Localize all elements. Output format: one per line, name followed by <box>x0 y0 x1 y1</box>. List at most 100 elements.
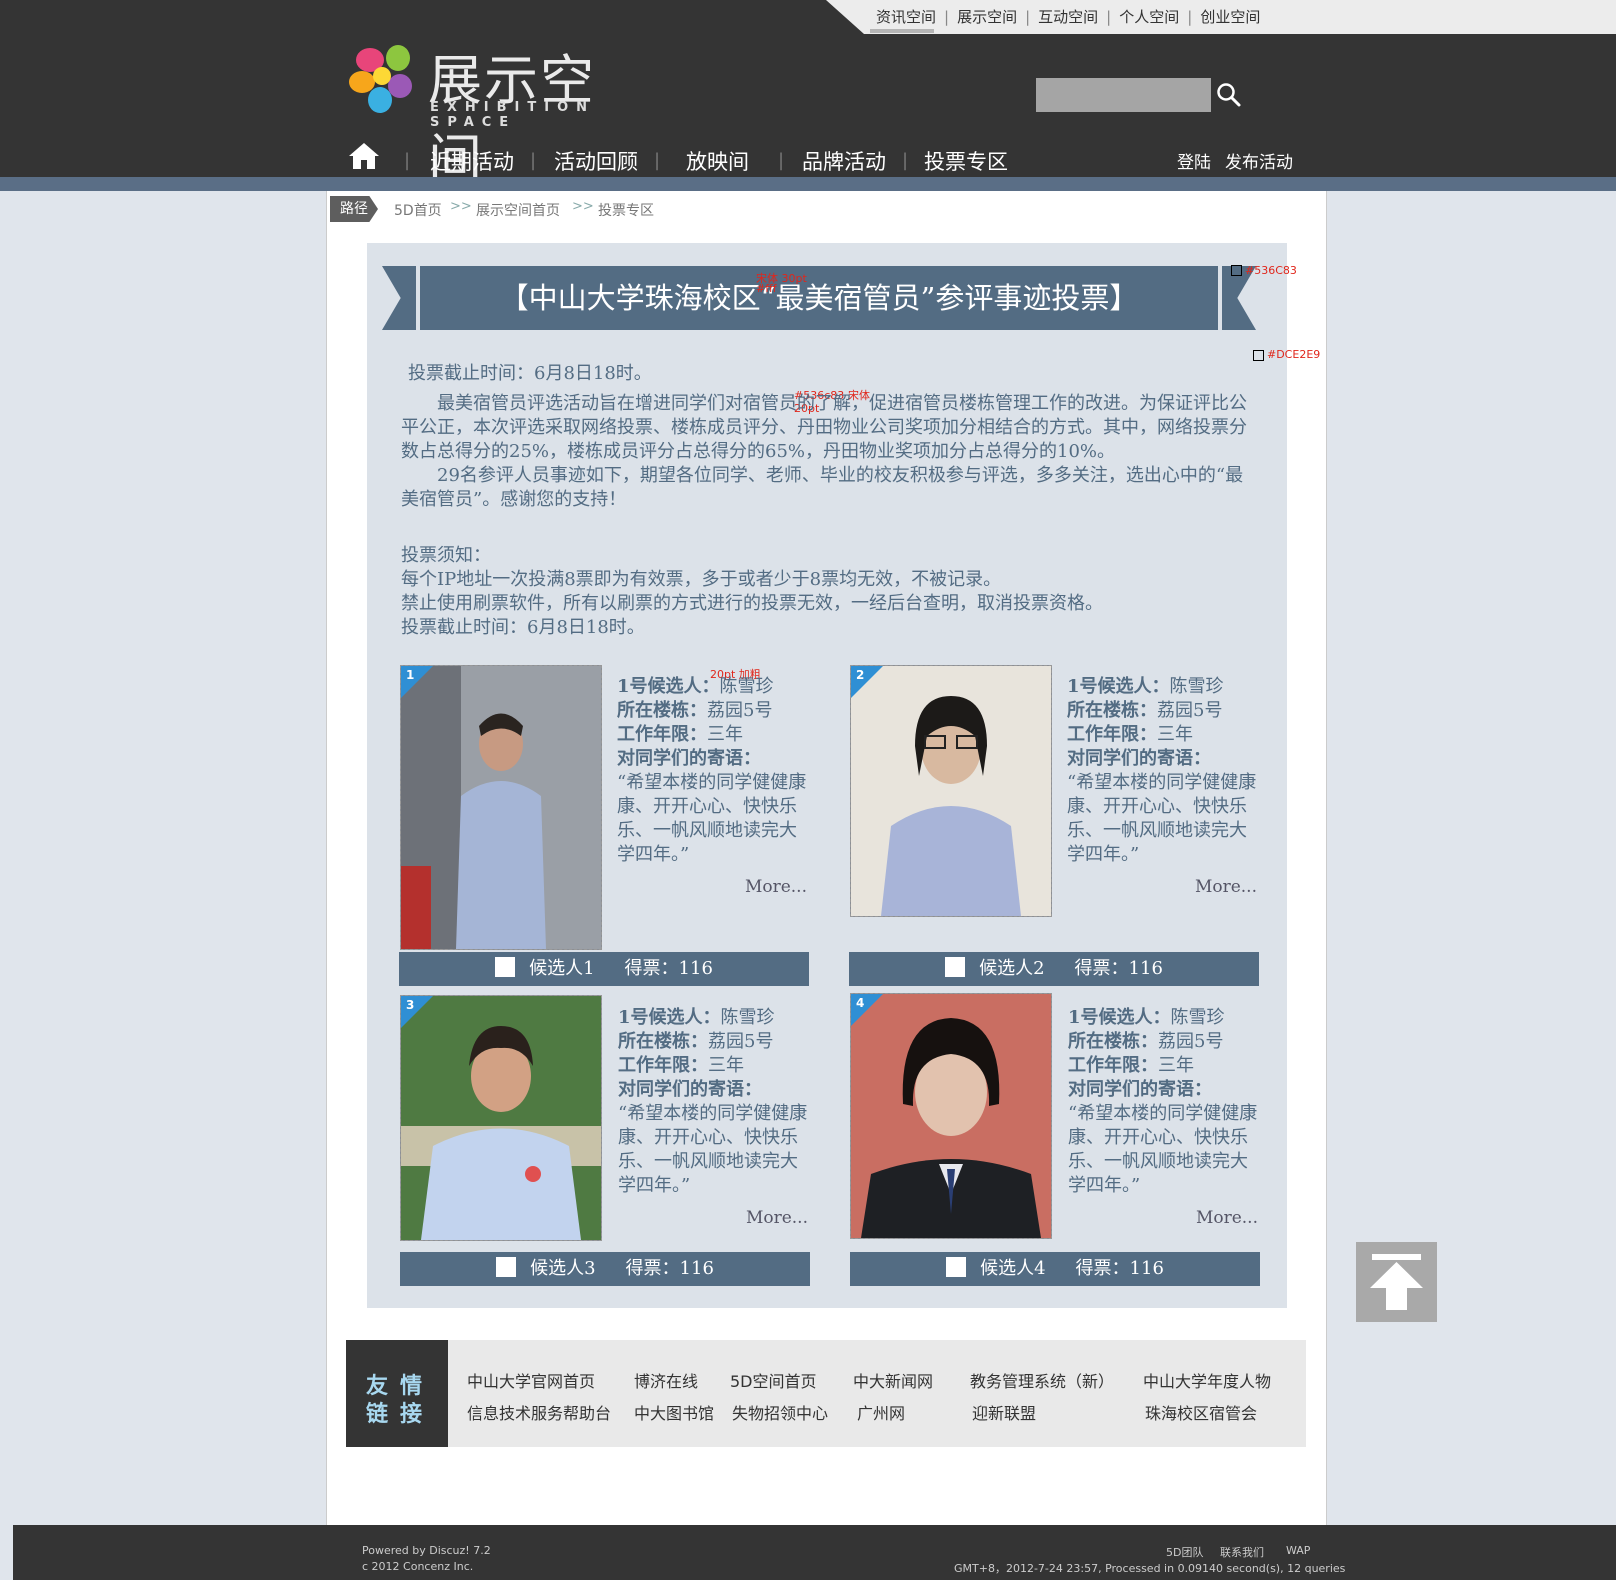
friend-link[interactable]: 广州网 <box>857 1400 905 1424</box>
vote-candidate-name: 候选人1 <box>529 958 595 979</box>
breadcrumb-sep: >> <box>450 199 472 214</box>
annotation-swatch <box>1253 350 1264 361</box>
annotation-color: #fff <box>756 282 777 295</box>
back-to-top-button[interactable] <box>1356 1242 1437 1322</box>
more-link[interactable]: More... <box>618 1206 808 1230</box>
friend-link[interactable]: 失物招领中心 <box>732 1400 828 1424</box>
home-icon[interactable] <box>348 142 380 170</box>
footer-stats: GMT+8，2012-7-24 23:57, Processed in 0.09… <box>954 1562 1346 1575</box>
vote-count: 116 <box>1129 1258 1164 1279</box>
breadcrumb-exhibition-home[interactable]: 展示空间首页 <box>476 200 560 220</box>
vote-candidate-name: 候选人4 <box>980 1258 1046 1279</box>
friend-links-label: 友 情 链 接 <box>346 1340 448 1447</box>
candidate-info: 1号候选人：陈雪珍 所在楼栋：荔园5号 工作年限：三年 对同学们的寄语： “希望… <box>617 675 807 899</box>
field-value: 荔园5号 <box>1157 700 1223 721</box>
friend-link[interactable]: 博济在线 <box>634 1368 698 1392</box>
field-label: 所在楼栋： <box>618 1031 708 1052</box>
vote-count: 116 <box>678 958 713 979</box>
more-link[interactable]: More... <box>1067 875 1257 899</box>
nav-item-brand[interactable]: 品牌活动 <box>802 146 886 176</box>
active-tab-indicator <box>870 29 934 33</box>
arrow-up-icon <box>1370 1254 1423 1310</box>
vote-checkbox[interactable] <box>945 957 966 977</box>
field-label: 所在楼栋： <box>1067 700 1157 721</box>
friend-link[interactable]: 中山大学年度人物 <box>1143 1368 1271 1392</box>
candidate-number: 2 <box>856 668 865 682</box>
field-label: 1号候选人： <box>1067 676 1170 697</box>
field-label: 1号候选人： <box>1068 1007 1171 1028</box>
vote-checkbox[interactable] <box>495 957 516 977</box>
logo[interactable]: 展示空间 EXHIBITION SPACE <box>346 38 646 191</box>
rules-item: 每个IP地址一次投满8票即为有效票，多于或者少于8票均无效，不被记录。 <box>401 569 1002 590</box>
search-icon[interactable] <box>1216 82 1242 108</box>
footer-powered: Powered by Discuz! 7.2 <box>362 1544 491 1557</box>
vote-banner-title: 【中山大学珠海校区“最美宿管员”参评事迹投票】 <box>420 266 1218 330</box>
candidate-message: “希望本楼的同学健健康康、开开心心、快快乐乐、一帆风顺地读完大学四年。” <box>1067 772 1257 865</box>
candidate-number: 1 <box>406 668 415 682</box>
tab-startup[interactable]: 创业空间 <box>1192 8 1268 26</box>
annotation-swatch <box>1231 265 1242 276</box>
annotation-color: #DCE2E9 <box>1267 348 1321 361</box>
field-value: 荔园5号 <box>708 1031 774 1052</box>
vote-bar: 候选人4 得票：116 <box>850 1252 1260 1286</box>
breadcrumb-vote[interactable]: 投票专区 <box>598 200 654 220</box>
candidate-photo-image <box>851 994 1051 1238</box>
more-link[interactable]: More... <box>617 875 807 899</box>
friend-link[interactable]: 教务管理系统（新） <box>970 1368 1114 1392</box>
field-value: 陈雪珍 <box>1170 1007 1225 1028</box>
footer-link-team[interactable]: 5D团队 <box>1166 1544 1203 1560</box>
login-link[interactable]: 登陆 <box>1177 148 1211 173</box>
footer-link-wap[interactable]: WAP <box>1286 1544 1310 1557</box>
vote-checkbox[interactable] <box>946 1257 967 1277</box>
friend-link[interactable]: 信息技术服务帮助台 <box>467 1400 611 1424</box>
candidate-photo[interactable]: 2 <box>850 665 1052 917</box>
candidate-message: “希望本楼的同学健健康康、开开心心、快快乐乐、一帆风顺地读完大学四年。” <box>1068 1103 1258 1196</box>
candidate-photo[interactable]: 1 <box>400 665 602 950</box>
candidate-photo[interactable]: 3 <box>400 995 602 1241</box>
logo-petals-icon <box>349 45 412 113</box>
field-label: 1号候选人： <box>618 1007 721 1028</box>
field-label: 工作年限： <box>618 1055 708 1076</box>
footer-link-contact[interactable]: 联系我们 <box>1220 1544 1264 1560</box>
vote-label: 得票： <box>624 958 679 979</box>
field-label: 工作年限： <box>617 724 707 745</box>
rules-item: 投票截止时间：6月8日18时。 <box>401 617 645 638</box>
tab-news[interactable]: 资讯空间 <box>868 8 944 26</box>
candidate-number: 4 <box>856 996 865 1010</box>
vote-checkbox[interactable] <box>496 1257 517 1277</box>
logo-subtitle: EXHIBITION SPACE <box>430 100 596 130</box>
vote-candidate-name: 候选人3 <box>530 1258 596 1279</box>
field-value: 荔园5号 <box>707 700 773 721</box>
description-paragraph: 29名参评人员事迹如下，期望各位同学、老师、毕业的校友积极参与评选，多多关注，选… <box>401 465 1244 510</box>
vote-rules: 投票须知： 每个IP地址一次投满8票即为有效票，多于或者少于8票均无效，不被记录… <box>401 544 1256 640</box>
nav-item-vote[interactable]: 投票专区 <box>924 146 1008 176</box>
friend-link[interactable]: 珠海校区宿管会 <box>1145 1400 1257 1424</box>
vote-count: 116 <box>679 1258 714 1279</box>
breadcrumb-5d-home[interactable]: 5D首页 <box>394 200 442 220</box>
nav-item-screening[interactable]: 放映间 <box>686 146 749 176</box>
more-link[interactable]: More... <box>1068 1206 1258 1230</box>
tab-exhibition[interactable]: 展示空间 <box>949 8 1025 26</box>
nav-item-recent[interactable]: 近期活动 <box>430 146 514 176</box>
friend-link[interactable]: 5D空间首页 <box>730 1368 817 1392</box>
tab-interaction[interactable]: 互动空间 <box>1030 8 1106 26</box>
main-nav: | 近期活动 | 活动回顾 | 放映间 | 品牌活动 | 投票专区 <box>348 140 1308 180</box>
search-input[interactable] <box>1036 78 1211 112</box>
vote-label: 得票： <box>625 1258 680 1279</box>
candidate-photo-image <box>401 666 601 949</box>
field-value: 荔园5号 <box>1158 1031 1224 1052</box>
friend-link[interactable]: 中大图书馆 <box>634 1400 714 1424</box>
footer-copyright: c 2012 Concenz Inc. <box>362 1560 474 1573</box>
candidate-photo[interactable]: 4 <box>850 993 1052 1239</box>
publish-link[interactable]: 发布活动 <box>1225 148 1293 173</box>
friend-link[interactable]: 迎新联盟 <box>972 1400 1036 1424</box>
friend-link[interactable]: 中大新闻网 <box>853 1368 933 1392</box>
vote-candidate-name: 候选人2 <box>979 958 1045 979</box>
field-label: 对同学们的寄语： <box>618 1079 762 1100</box>
nav-item-review[interactable]: 活动回顾 <box>554 146 638 176</box>
label-char: 链 <box>366 1402 389 1427</box>
friend-link[interactable]: 中山大学官网首页 <box>467 1368 595 1392</box>
field-label: 所在楼栋： <box>1068 1031 1158 1052</box>
candidate-photo-image <box>851 666 1051 916</box>
tab-personal[interactable]: 个人空间 <box>1111 8 1187 26</box>
